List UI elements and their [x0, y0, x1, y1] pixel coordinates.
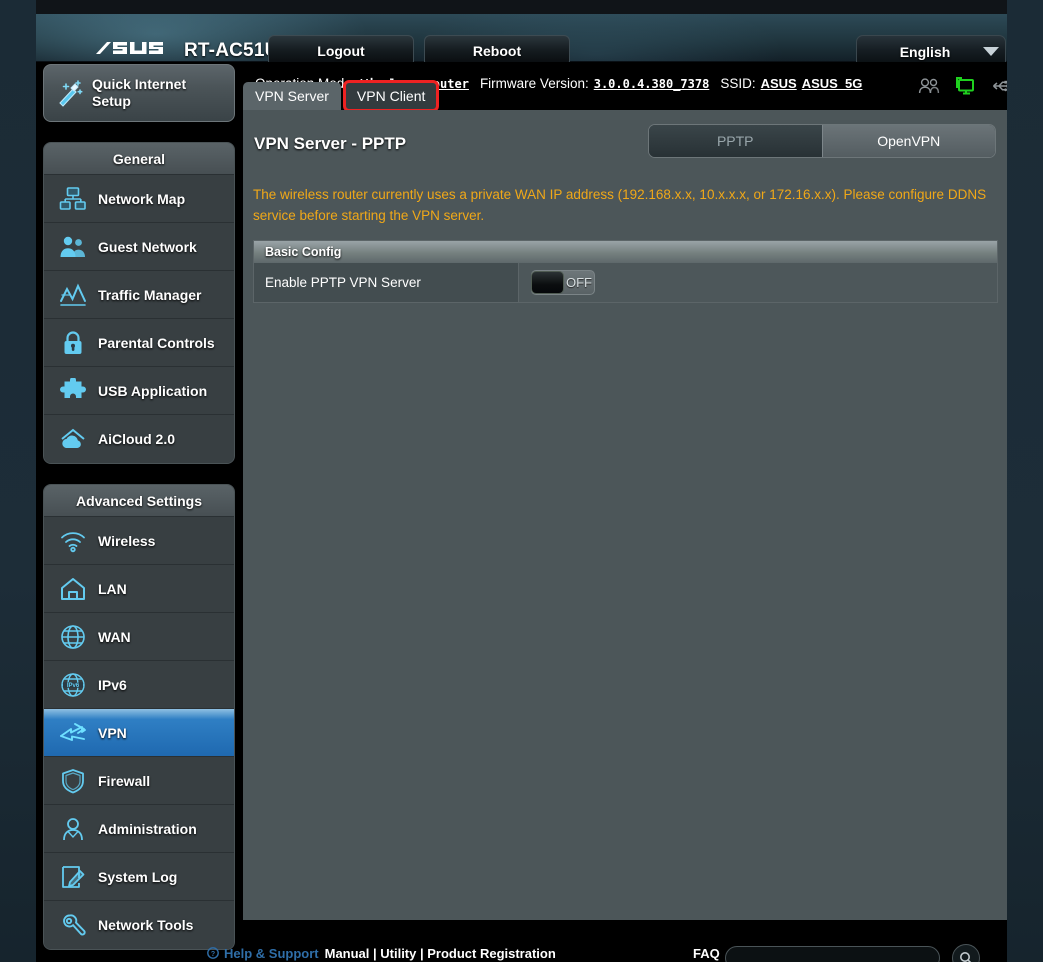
sidebar-item-parental-controls[interactable]: Parental Controls	[44, 319, 234, 367]
footer-links[interactable]: Manual | Utility | Product Registration	[325, 946, 556, 961]
main-content-area: VPN Server VPN Client VPN Server - PPTP …	[243, 80, 1007, 950]
router-admin-window: RT-AC51U Logout Reboot English Operation…	[36, 14, 1007, 962]
svg-text:IPv6: IPv6	[67, 682, 80, 688]
page-footer: ? Help & Support Manual | Utility | Prod…	[207, 944, 1007, 962]
sidebar-label: VPN	[98, 724, 127, 741]
sidebar-label: LAN	[98, 580, 127, 597]
top-header-bar: RT-AC51U Logout Reboot English	[36, 14, 1007, 68]
router-model-name: RT-AC51U	[184, 40, 279, 61]
cloud-icon	[58, 424, 88, 454]
wifi-icon	[58, 526, 88, 556]
sidebar-item-ipv6[interactable]: IPv6 IPv6	[44, 661, 234, 709]
segment-openvpn[interactable]: OpenVPN	[821, 125, 995, 157]
quick-internet-setup-label: Quick Internet Setup	[92, 76, 187, 109]
globe-icon	[58, 622, 88, 652]
sidebar-item-wan[interactable]: WAN	[44, 613, 234, 661]
page-title: VPN Server - PPTP	[254, 134, 407, 153]
sidebar-item-vpn[interactable]: VPN	[44, 709, 234, 757]
vpn-icon	[58, 718, 88, 748]
sidebar-label: Administration	[98, 820, 197, 837]
notepad-icon	[58, 862, 88, 892]
ddns-warning-message: The wireless router currently uses a pri…	[253, 187, 987, 223]
page-background-right	[1007, 0, 1043, 962]
traffic-manager-icon	[58, 280, 88, 310]
vpn-type-segmented-control: PPTP OpenVPN	[648, 124, 996, 158]
sidebar-label: Firewall	[98, 772, 151, 789]
help-icon: ?	[207, 947, 219, 959]
network-map-icon	[58, 184, 88, 214]
asus-logo-icon	[94, 39, 172, 59]
sidebar-label: Parental Controls	[98, 334, 215, 351]
sidebar-item-network-tools[interactable]: Network Tools	[44, 901, 234, 949]
sidebar-item-administration[interactable]: Administration	[44, 805, 234, 853]
sidebar-item-system-log[interactable]: System Log	[44, 853, 234, 901]
page-background-left	[0, 0, 36, 962]
faq-search-input[interactable]	[725, 946, 940, 962]
enable-pptp-vpn-server-control: OFF	[519, 263, 997, 302]
sidebar-label: Guest Network	[98, 238, 197, 255]
sidebar-item-guest-network[interactable]: Guest Network	[44, 223, 234, 271]
sidebar-item-usb-application[interactable]: USB Application	[44, 367, 234, 415]
sidebar-item-firewall[interactable]: Firewall	[44, 757, 234, 805]
guest-network-icon	[58, 232, 88, 262]
ipv6-globe-icon: IPv6	[58, 670, 88, 700]
puzzle-icon	[58, 376, 88, 406]
sidebar-label: Wireless	[98, 532, 156, 549]
wrench-icon	[58, 910, 88, 940]
user-icon	[58, 814, 88, 844]
help-and-support-label: Help & Support	[224, 945, 319, 961]
sidebar-item-traffic-manager[interactable]: Traffic Manager	[44, 271, 234, 319]
lock-icon	[58, 328, 88, 358]
advanced-section-title: Advanced Settings	[44, 485, 234, 517]
magic-wand-icon	[54, 78, 84, 108]
home-icon	[58, 574, 88, 604]
sidebar-item-network-map[interactable]: Network Map	[44, 175, 234, 223]
faq-label: FAQ	[693, 945, 720, 961]
enable-pptp-vpn-server-label: Enable PPTP VPN Server	[254, 263, 519, 302]
sidebar-label: System Log	[98, 868, 178, 885]
sidebar-label: Network Tools	[98, 917, 194, 933]
left-sidebar: Quick Internet Setup General Network Map	[43, 64, 239, 962]
tab-bar: VPN Server VPN Client	[243, 80, 440, 112]
sidebar-label: IPv6	[98, 676, 127, 693]
enable-pptp-vpn-server-toggle[interactable]: OFF	[531, 270, 595, 295]
sidebar-label: AiCloud 2.0	[98, 431, 176, 447]
general-section-title: General	[44, 143, 234, 175]
sidebar-label: USB Application	[98, 382, 208, 399]
basic-config-header: Basic Config	[254, 241, 997, 263]
tab-vpn-client[interactable]: VPN Client	[342, 80, 440, 112]
quick-internet-setup-button[interactable]: Quick Internet Setup	[43, 64, 235, 122]
help-and-support-link[interactable]: ? Help & Support	[207, 946, 319, 961]
faq-search-button[interactable]	[952, 944, 980, 962]
content-panel: VPN Server - PPTP PPTP OpenVPN The wirel…	[243, 110, 1007, 920]
sidebar-label: Traffic Manager	[98, 286, 202, 303]
sidebar-label: WAN	[98, 628, 131, 645]
sidebar-item-lan[interactable]: LAN	[44, 565, 234, 613]
sidebar-label: Network Map	[98, 190, 186, 207]
basic-config-table: Basic Config Enable PPTP VPN Server OFF	[253, 240, 998, 303]
toggle-knob	[531, 271, 564, 294]
language-label: English	[899, 43, 951, 60]
chevron-down-icon	[977, 47, 1005, 56]
toggle-state-label: OFF	[566, 275, 592, 290]
table-row: Enable PPTP VPN Server OFF	[254, 263, 997, 302]
tab-vpn-server[interactable]: VPN Server	[243, 82, 341, 110]
general-nav-group: General Network Map Guest Network Traffi…	[43, 142, 235, 464]
sidebar-item-aicloud[interactable]: AiCloud 2.0	[44, 415, 234, 463]
search-icon	[960, 952, 972, 962]
segment-pptp[interactable]: PPTP	[649, 125, 822, 157]
svg-text:?: ?	[211, 951, 215, 958]
shield-icon	[58, 766, 88, 796]
sidebar-item-wireless[interactable]: Wireless	[44, 517, 234, 565]
advanced-nav-group: Advanced Settings Wireless LAN WAN IPv6 …	[43, 484, 235, 950]
